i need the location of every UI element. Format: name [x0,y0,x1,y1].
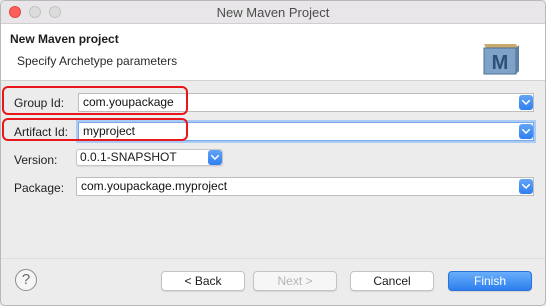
chevron-down-icon [522,129,530,134]
version-select[interactable]: 0.0.1-SNAPSHOT [76,149,223,166]
wizard-title: New Maven project [10,32,119,46]
maven-logo-icon: M [483,44,519,75]
package-value: com.youpackage.myproject [81,179,228,193]
package-dropdown-button[interactable] [519,179,533,194]
wizard-subtitle: Specify Archetype parameters [17,54,178,68]
package-label: Package: [14,181,65,195]
help-icon[interactable]: ? [15,269,37,291]
version-label: Version: [14,153,58,167]
finish-button[interactable]: Finish [448,271,532,291]
chevron-down-icon [211,155,219,160]
chevron-down-icon [522,100,530,105]
wizard-header: New Maven project Specify Archetype para… [1,24,545,81]
version-dropdown-button[interactable] [208,150,222,165]
cancel-button[interactable]: Cancel [350,271,434,291]
version-value: 0.0.1-SNAPSHOT [80,150,177,164]
package-input[interactable]: com.youpackage.myproject [76,177,534,196]
maven-logo-letter: M [492,52,509,74]
footer-divider [1,258,545,259]
group-id-dropdown-button[interactable] [519,95,533,110]
window-title: New Maven Project [216,5,330,20]
new-maven-project-dialog: New Maven Project New Maven project Spec… [0,0,546,306]
next-button[interactable]: Next > [253,271,337,291]
chevron-down-icon [522,184,530,189]
group-id-highlight-annotation [2,86,188,115]
back-button[interactable]: < Back [161,271,245,291]
artifact-id-dropdown-button[interactable] [519,124,533,139]
title-bar: New Maven Project [1,1,545,24]
artifact-id-highlight-annotation [2,118,188,141]
